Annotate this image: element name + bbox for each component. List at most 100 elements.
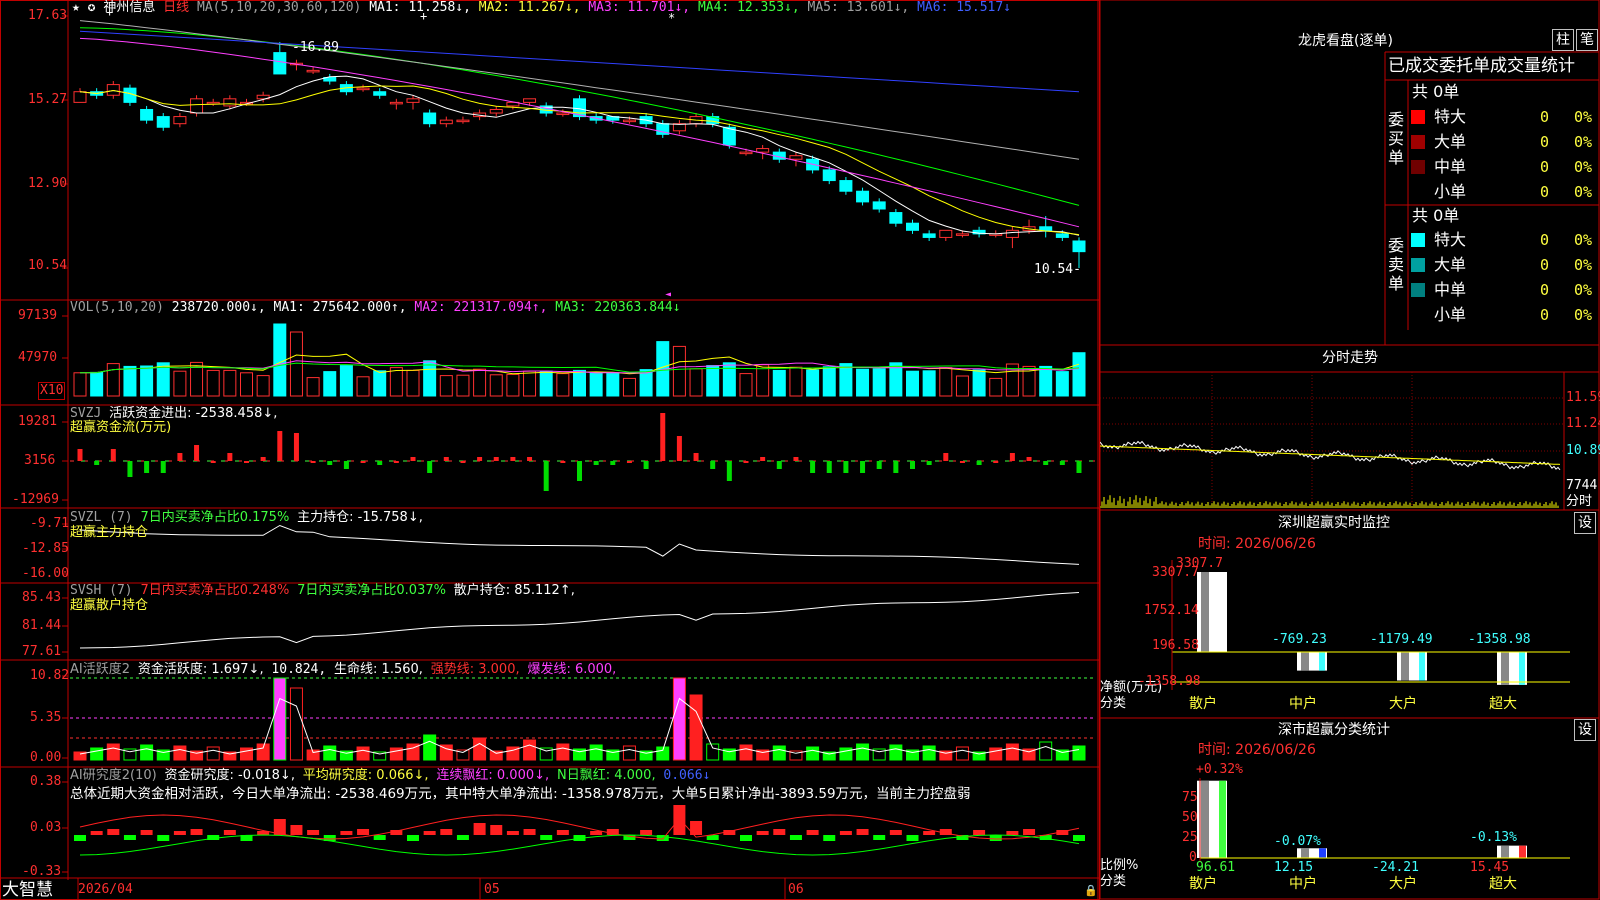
volume-bar xyxy=(373,370,387,397)
svzj-bar xyxy=(160,461,166,473)
svzj-bar xyxy=(910,461,915,469)
volume-bar xyxy=(556,373,570,397)
sz-bar-value-label: -769.23 xyxy=(1272,632,1327,647)
volume-bar xyxy=(140,365,154,397)
svzj-bar xyxy=(993,461,999,463)
ai2-bar xyxy=(157,835,170,841)
volume-bar xyxy=(539,370,553,397)
svzj-bar xyxy=(843,461,849,473)
period-label[interactable]: 日线 xyxy=(163,0,189,15)
ai2-bar xyxy=(906,835,919,841)
svzj-bar xyxy=(260,457,266,461)
volume-bar xyxy=(1072,352,1086,397)
candle-body xyxy=(456,119,470,123)
svzl-line xyxy=(79,524,1080,565)
ai2-bar xyxy=(823,835,836,841)
candle-body xyxy=(406,98,420,103)
y-tick-svsh-1: 81.44 xyxy=(22,618,62,633)
ss-bar-change-label: +0.32% xyxy=(1196,762,1243,777)
lock-icon[interactable]: 🔒 xyxy=(1084,884,1098,897)
svzl-header: SVZL (7) 7日内买卖净占比0.175% 主力持仓: -15.758↓, xyxy=(70,510,423,525)
ai1-bar xyxy=(556,743,570,761)
left-frame xyxy=(0,0,1100,900)
ai2-bar xyxy=(423,831,436,835)
sz-bar-shade xyxy=(1401,652,1409,681)
ai1-bar xyxy=(1005,743,1019,761)
ai2-header: AI研究度2(10) 资金研究度: -0.018↓, 平均研究度: 0.066↓… xyxy=(70,768,711,783)
sz-settings-button[interactable]: 设 xyxy=(1574,512,1596,534)
sell-row-percent: 0% xyxy=(1574,231,1593,249)
svzj-bar xyxy=(1043,461,1049,465)
candle-body xyxy=(273,52,287,75)
svzj-bar xyxy=(360,461,366,463)
candle-body xyxy=(489,108,503,114)
buy-row-percent: 0% xyxy=(1574,108,1593,126)
svzj-bar xyxy=(527,457,533,461)
sell-row-name: 中单 xyxy=(1434,280,1467,299)
svzj-bar xyxy=(726,461,732,481)
volume-bar xyxy=(489,374,503,397)
sell-row-percent: 0% xyxy=(1574,256,1593,274)
fs-tick-2: 10.89 xyxy=(1566,443,1600,458)
svzj-bar xyxy=(643,461,649,469)
svzj-bar xyxy=(926,461,932,465)
high-label: -16.89 xyxy=(292,40,339,55)
candle-body xyxy=(856,190,870,203)
volume-bar xyxy=(906,370,919,397)
tick-mode-button[interactable]: 笔 xyxy=(1576,29,1598,51)
sz-bar-shade xyxy=(1201,572,1209,652)
y-tick-ai1-1: 5.35 xyxy=(30,710,62,725)
svzl-subtitle: 超赢主力持仓 xyxy=(70,525,149,540)
right-panel: 龙虎看盘(逐单) 柱 笔 已成交委托单成交量统计 共 0单 委买单 特大 0 0% 大… xyxy=(1100,0,1600,900)
ss-bar-shade xyxy=(1201,780,1209,858)
ss-category-label: 大户 xyxy=(1389,876,1417,892)
volume-bar xyxy=(339,365,353,397)
bar-mode-button[interactable]: 柱 xyxy=(1552,29,1574,51)
ai2-bar xyxy=(789,835,802,840)
y-tick-ai2-1: 0.03 xyxy=(30,820,62,835)
sell-row-percent: 0% xyxy=(1574,306,1593,324)
ai2-bar xyxy=(74,835,86,841)
svzj-bar xyxy=(127,461,133,477)
svzj-bar xyxy=(760,457,766,461)
ai2-bar xyxy=(640,830,653,835)
volume-bar xyxy=(972,369,986,397)
vol-unit[interactable]: X10 xyxy=(38,382,66,400)
ai1-bar xyxy=(622,745,636,761)
ma3-value: MA3: 11.701↓, xyxy=(588,0,691,15)
ss-category-label: 散户 xyxy=(1189,876,1217,892)
y-tick-main-2: 12.90 xyxy=(28,176,68,191)
ai1-bar xyxy=(806,746,820,761)
ss-bar-ratio-label: 96.61 xyxy=(1196,860,1236,875)
candle-body xyxy=(1072,240,1086,253)
volume-bar xyxy=(323,371,337,397)
kline-svg[interactable]: + + *◄ xyxy=(0,0,1100,900)
ai2-bar xyxy=(1073,835,1085,841)
svzj-bar xyxy=(210,461,216,463)
star-icon[interactable]: ★ ✪ xyxy=(72,0,95,15)
buy-row-value: 0 xyxy=(1540,108,1550,126)
ai1-bar xyxy=(739,744,753,761)
volume-bar xyxy=(839,363,853,397)
candle-body xyxy=(1039,226,1053,231)
y-tick-svzj-0: 19281 xyxy=(18,414,58,429)
ss-title: 深市超赢分类统计 xyxy=(1278,722,1390,738)
fs-title[interactable]: 分时走势 xyxy=(1322,350,1378,366)
svzj-bar xyxy=(1059,461,1065,465)
sz-title: 深圳超赢实时监控 xyxy=(1278,515,1390,531)
ss-time: 时间: 2026/06/26 xyxy=(1198,742,1316,758)
brand-logo[interactable]: 大智慧 xyxy=(2,880,53,900)
volume-bar xyxy=(922,370,936,397)
left-chart-area[interactable]: + + * ◄ ★ ✪ 神州信息 日线 MA(5,10,20,30,60,120) M… xyxy=(0,0,1100,900)
svzj-bar xyxy=(443,457,449,461)
sell-row-percent: 0% xyxy=(1574,281,1593,299)
ai2-bar xyxy=(839,831,852,835)
candle-body xyxy=(622,119,636,123)
svzj-bar xyxy=(460,461,466,463)
candle-body xyxy=(922,233,936,238)
ss-settings-button[interactable]: 设 xyxy=(1574,719,1596,741)
svzj-bar xyxy=(693,453,699,461)
volume-bar xyxy=(622,377,636,397)
ai2-bar xyxy=(556,830,569,835)
candle-body xyxy=(906,222,919,231)
